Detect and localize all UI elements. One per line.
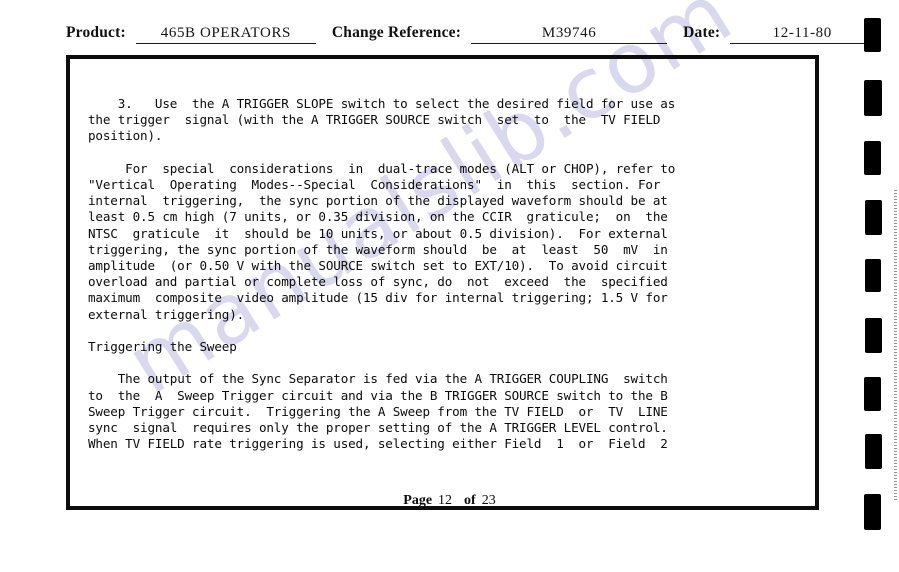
date-label: Date: <box>683 24 721 41</box>
document-page: manualslib.com Product: 465B OPERATORS Cha… <box>0 0 899 572</box>
binder-marks <box>855 0 899 572</box>
binder-mark <box>864 18 881 52</box>
binder-mark <box>864 377 881 411</box>
change-reference-label: Change Reference: <box>331 24 462 41</box>
binder-mark <box>865 259 881 292</box>
binder-mark <box>864 141 881 175</box>
paragraph-special-considerations: For special considerations in dual-trace… <box>88 160 676 322</box>
change-reference-value: M39746 <box>471 25 668 44</box>
product-label: Product: <box>66 24 126 41</box>
binder-mark <box>865 200 882 235</box>
binder-mark <box>865 434 882 469</box>
document-body: 3. Use the A TRIGGER SLOPE switch to sel… <box>88 96 778 452</box>
date-value: 12-11-80 <box>730 25 875 44</box>
paragraph-step-3: 3. Use the A TRIGGER SLOPE switch to sel… <box>88 96 676 144</box>
binder-mark <box>864 494 881 530</box>
of-label: of <box>464 493 476 508</box>
total-pages: 23 <box>481 493 496 508</box>
document-header: Product: 465B OPERATORS Change Reference: M… <box>66 24 875 48</box>
page-label: Page <box>403 493 433 508</box>
page-footer: Page 12 of 23 <box>0 493 899 509</box>
binder-mark <box>864 80 882 116</box>
paragraph-sync-separator: The output of the Sync Separator is fed … <box>88 371 668 452</box>
section-heading-triggering-the-sweep: Triggering the Sweep <box>88 339 237 355</box>
binder-mark <box>865 318 882 353</box>
page-number: 12 <box>438 493 453 508</box>
product-value: 465B OPERATORS <box>135 25 316 44</box>
